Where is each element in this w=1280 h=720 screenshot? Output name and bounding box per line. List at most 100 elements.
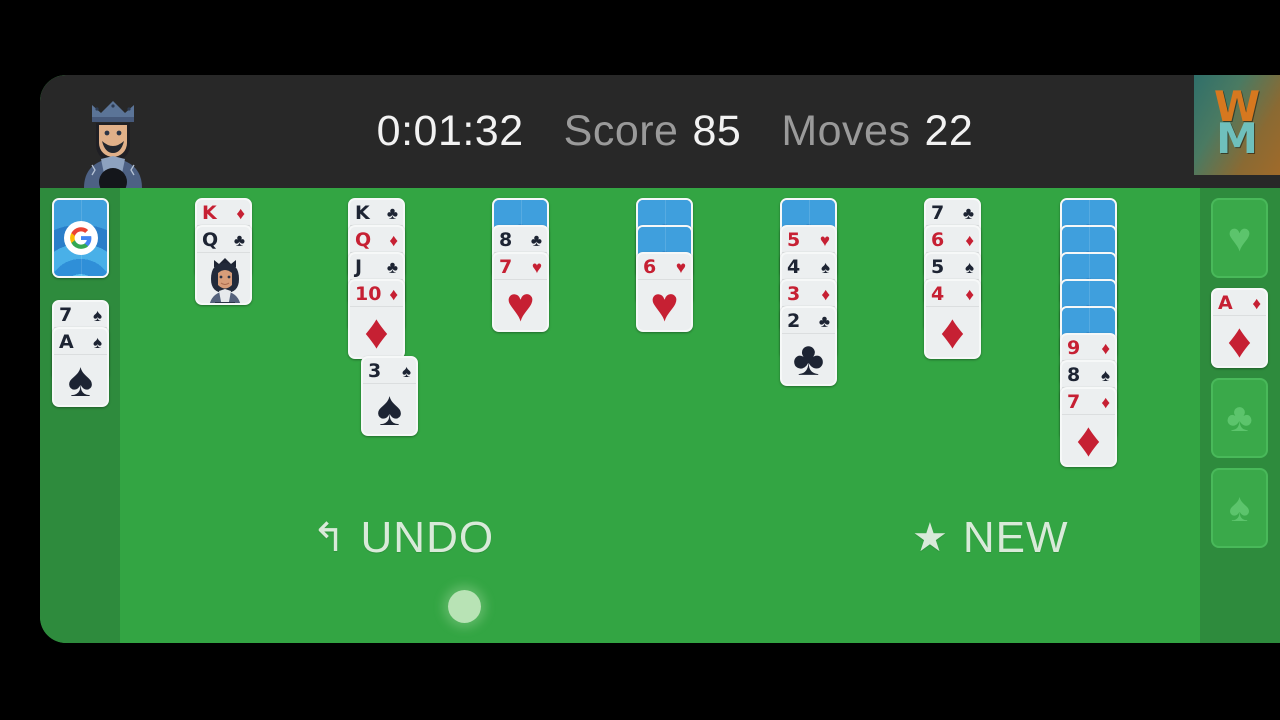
card-suit: ♣ xyxy=(818,311,830,331)
card-rank: Q xyxy=(202,228,219,251)
tableau-3-card-2[interactable]: 7 ♥ ♥ xyxy=(492,252,549,332)
card-rank: 3 xyxy=(787,282,801,305)
card-rank: 9 xyxy=(1067,336,1081,359)
foundation-diamonds[interactable]: A ♦ ♦ xyxy=(1211,288,1268,368)
card-corner: Q ♦ xyxy=(350,227,403,253)
card-corner: 7 ♦ xyxy=(1062,389,1115,415)
play-field: 7♠♠A♠♠K♦♦Q♣K♣♣Q♦♦J♣♣10♦♦3♠♠8♣♣7♥♥6♥♥5♥♥4… xyxy=(40,188,1280,643)
top-bar: 0:01:32 Score 85 Moves 22 W M xyxy=(40,75,1280,196)
card-corner: 4 ♦ xyxy=(926,281,979,307)
card-suit: ♠ xyxy=(820,257,830,277)
stock-pile[interactable] xyxy=(52,198,109,278)
card-suit: ♦ xyxy=(1252,293,1261,313)
card-corner: 7 ♥ xyxy=(494,254,547,280)
card-rank: 2 xyxy=(787,309,801,332)
tableau-5-card-4[interactable]: 2 ♣ ♣ xyxy=(780,306,837,386)
score-stat: Score 85 xyxy=(564,107,742,156)
card-rank: K xyxy=(202,201,217,224)
card-rank: 6 xyxy=(643,255,657,278)
card-suit: ♠ xyxy=(964,257,974,277)
foundation-spades[interactable]: ♠ xyxy=(1211,468,1268,548)
tableau-2-card-4[interactable]: 10 ♦ ♦ xyxy=(348,279,405,359)
dragging-card[interactable]: 3 ♠ ♠ xyxy=(361,356,418,436)
tap-indicator xyxy=(448,590,481,623)
tableau-4-card-1[interactable]: 6 ♥ ♥ xyxy=(636,252,693,332)
foundation-hearts[interactable]: ♥ xyxy=(1211,198,1268,278)
card-pip: ♥ xyxy=(506,279,535,332)
card-suit: ♣ xyxy=(386,203,398,223)
new-game-button[interactable]: ★ NEW xyxy=(912,513,1069,563)
card-rank: 6 xyxy=(931,228,945,251)
card-rank: 8 xyxy=(1067,363,1081,386)
card-rank: 7 xyxy=(931,201,945,224)
card-rank: 3 xyxy=(368,359,382,382)
card-suit: ♦ xyxy=(236,203,245,223)
google-logo-icon xyxy=(63,221,98,255)
card-suit: ♦ xyxy=(965,230,974,250)
card-suit: ♥ xyxy=(675,257,686,277)
wise-man-logo[interactable]: W M xyxy=(1194,75,1280,175)
card-rank: A xyxy=(1218,291,1233,314)
card-corner: 3 ♠ xyxy=(363,358,416,384)
card-suit: ♦ xyxy=(821,284,830,304)
tableau-7-card-3[interactable]: 7 ♦ ♦ xyxy=(1060,387,1117,467)
tableau-1-card-2[interactable]: Q ♣ xyxy=(195,225,252,305)
star-icon: ★ xyxy=(912,516,949,560)
card-suit: ♥ xyxy=(531,257,542,277)
undo-label: UNDO xyxy=(360,513,495,562)
card-corner: 3 ♦ xyxy=(782,281,835,307)
card-suit: ♦ xyxy=(965,284,974,304)
card-corner: Q ♣ xyxy=(197,227,250,253)
moves-label: Moves xyxy=(781,107,911,155)
tableau-6-card-4[interactable]: 4 ♦ ♦ xyxy=(924,279,981,359)
card-pip: ♦ xyxy=(1227,315,1252,368)
card-corner: 5 ♥ xyxy=(782,227,835,253)
card-suit: ♣ xyxy=(233,230,245,250)
card-pip: ♦ xyxy=(364,306,389,359)
card-corner: 6 ♦ xyxy=(926,227,979,253)
waste-card-2[interactable]: A ♠ ♠ xyxy=(52,327,109,407)
card-rank: 7 xyxy=(499,255,513,278)
card-rank: Q xyxy=(355,228,372,251)
card-rank: K xyxy=(355,201,370,224)
card-corner: 2 ♣ xyxy=(782,308,835,334)
card-suit: ♦ xyxy=(389,284,398,304)
score-value: 85 xyxy=(692,107,742,155)
moves-value: 22 xyxy=(924,107,974,155)
card-rank: 5 xyxy=(787,228,801,251)
card-pip: ♠ xyxy=(67,354,94,407)
card-corner: 9 ♦ xyxy=(1062,335,1115,361)
card-suit: ♠ xyxy=(401,361,411,381)
undo-arrow-icon: ↰ xyxy=(312,516,347,560)
card-rank: 10 xyxy=(355,282,382,305)
card-corner: 5 ♠ xyxy=(926,254,979,280)
card-corner: K ♦ xyxy=(197,200,250,226)
card-pip: ♣ xyxy=(792,333,825,386)
card-suit: ♦ xyxy=(1101,392,1110,412)
card-pip: ♦ xyxy=(1076,414,1101,467)
card-rank: 7 xyxy=(1067,390,1081,413)
game-table: 0:01:32 Score 85 Moves 22 W M 7♠♠A♠♠K♦♦Q… xyxy=(40,75,1280,643)
card-rank: J xyxy=(355,255,363,278)
card-rank: 4 xyxy=(931,282,945,305)
undo-button[interactable]: ↰ UNDO xyxy=(312,513,494,563)
card-suit: ♠ xyxy=(92,332,102,352)
card-rank: 8 xyxy=(499,228,513,251)
card-rank: 7 xyxy=(59,303,73,326)
card-corner: 8 ♠ xyxy=(1062,362,1115,388)
card-corner: A ♦ xyxy=(1213,290,1266,316)
timer: 0:01:32 xyxy=(376,107,524,155)
card-rank: 5 xyxy=(931,255,945,278)
screen: 0:01:32 Score 85 Moves 22 W M 7♠♠A♠♠K♦♦Q… xyxy=(0,0,1280,720)
foundation-clubs[interactable]: ♣ xyxy=(1211,378,1268,458)
new-label: NEW xyxy=(962,513,1069,562)
card-pip: ♦ xyxy=(940,306,965,359)
card-corner: A ♠ xyxy=(54,329,107,355)
card-suit: ♣ xyxy=(530,230,542,250)
card-suit: ♠ xyxy=(92,305,102,325)
card-rank: A xyxy=(59,330,74,353)
card-corner: 7 ♣ xyxy=(926,200,979,226)
card-suit: ♣ xyxy=(386,257,398,277)
card-suit: ♠ xyxy=(1100,365,1110,385)
card-corner: 4 ♠ xyxy=(782,254,835,280)
